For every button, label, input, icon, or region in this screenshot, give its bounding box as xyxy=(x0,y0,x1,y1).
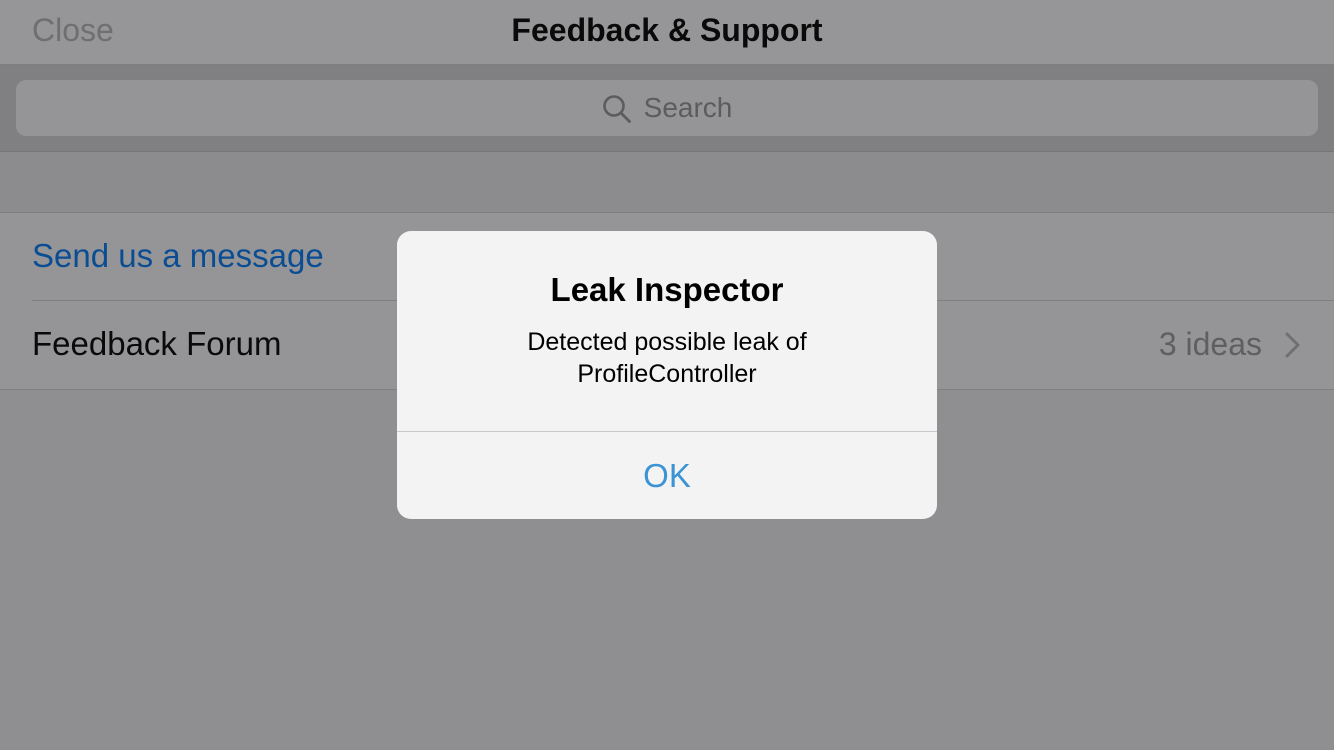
alert-title: Leak Inspector xyxy=(550,271,784,308)
send-message-link[interactable]: Send us a message xyxy=(32,237,324,275)
alert-message: Detected possible leak of ProfileControl… xyxy=(437,326,897,390)
search-input[interactable]: Search xyxy=(16,80,1318,136)
alert-message-line-1: Detected possible leak of xyxy=(527,328,807,356)
chevron-right-icon xyxy=(1285,332,1300,358)
section-spacer xyxy=(0,152,1334,212)
search-icon xyxy=(602,95,631,123)
ideas-count: 3 ideas xyxy=(1158,326,1262,362)
page-title: Feedback & Support xyxy=(511,12,823,48)
alert-dialog: Leak Inspector Detected possible leak of… xyxy=(397,231,937,519)
search-placeholder: Search xyxy=(643,92,733,123)
feedback-forum-label: Feedback Forum xyxy=(32,325,282,362)
search-bar: Search xyxy=(0,65,1334,152)
alert-message-line-2: ProfileController xyxy=(577,360,757,388)
ok-button[interactable]: OK xyxy=(397,432,937,519)
navigation-bar: Close Feedback & Support xyxy=(0,0,1334,65)
